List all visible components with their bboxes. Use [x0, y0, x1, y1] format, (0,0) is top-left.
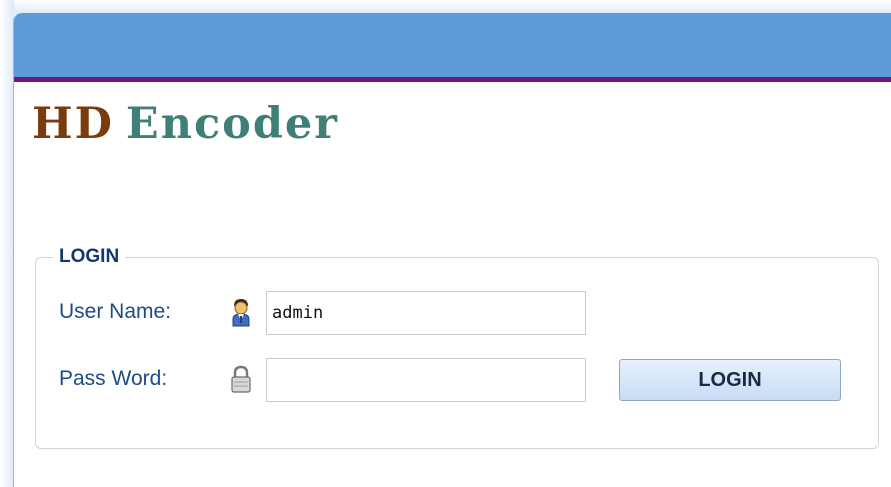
header-accent-line	[14, 77, 891, 82]
login-legend: LOGIN	[53, 246, 126, 268]
window-shadow-top	[0, 0, 891, 14]
logo-hd: HD	[32, 99, 114, 149]
password-label: Pass Word:	[59, 367, 168, 390]
login-fieldset: LOGIN User Name: Pass Word: LOGIN	[35, 246, 879, 449]
lock-icon	[231, 365, 251, 393]
logo: HD Encoder	[32, 99, 339, 149]
username-input[interactable]	[266, 291, 586, 335]
window-shadow-left	[0, 0, 14, 487]
logo-encoder: Encoder	[125, 99, 339, 149]
user-icon	[232, 299, 250, 327]
login-button[interactable]: LOGIN	[619, 359, 841, 401]
password-input[interactable]	[266, 358, 586, 402]
header-bar	[14, 13, 891, 77]
app-window: HDEncoder LOGIN User Name: Pass Word: LO…	[13, 13, 891, 487]
username-label: User Name:	[59, 300, 172, 323]
